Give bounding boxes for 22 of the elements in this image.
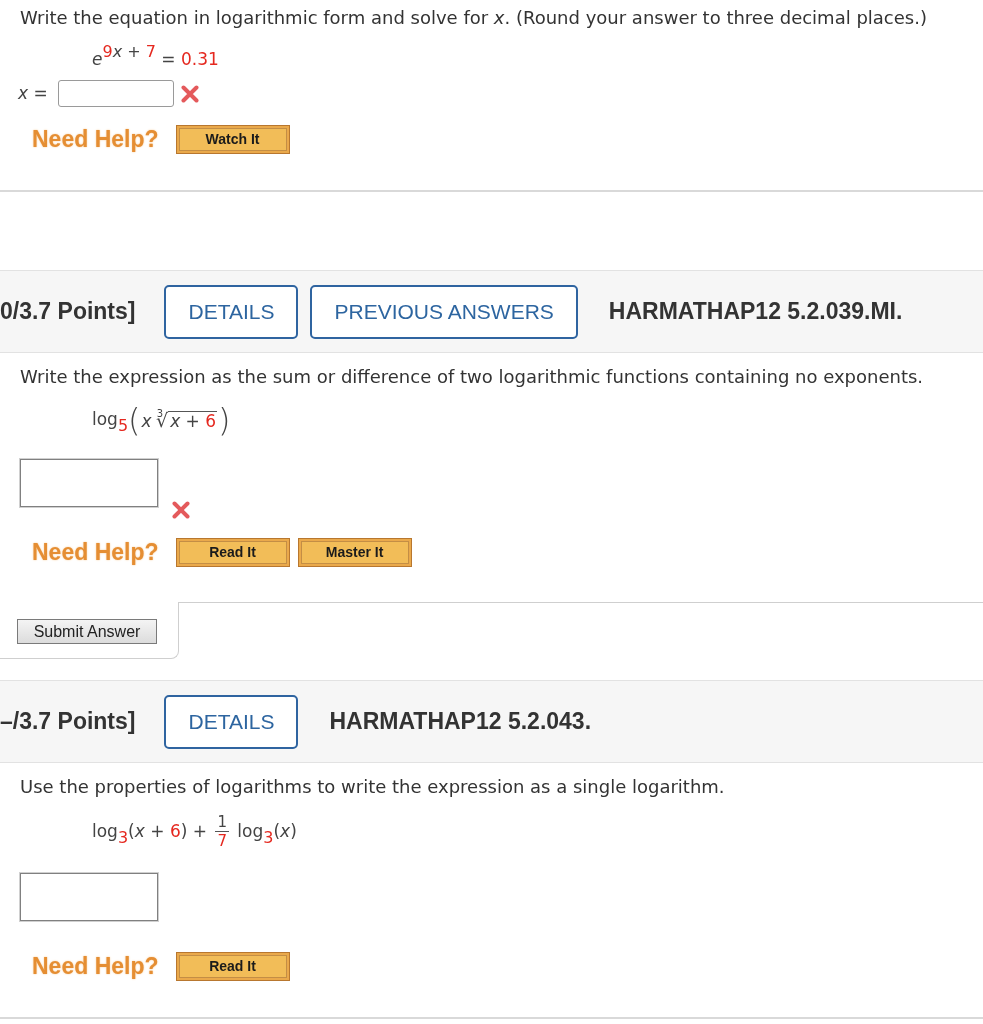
question-text: Use the properties of logarithms to write the expression as a single logarithm. xyxy=(20,775,725,799)
previous-answers-button[interactable]: PREVIOUS ANSWERS xyxy=(310,284,578,339)
answer-field[interactable] xyxy=(20,873,158,921)
answer-label: x = xyxy=(18,81,48,105)
answer-field[interactable] xyxy=(20,459,158,507)
details-button[interactable]: DETAILS xyxy=(164,694,299,749)
points-label: –/3.7 Points] xyxy=(0,707,136,737)
help-button[interactable]: Master It xyxy=(297,538,412,567)
need-help-label: Need Help? xyxy=(32,952,159,982)
question-text: Write the equation in logarithmic form and solve for x. (Round your answer to three decimal places.) xyxy=(20,6,927,30)
problem-code: HARMATHAP12 5.2.039.MI. xyxy=(608,297,903,327)
problem-code: HARMATHAP12 5.2.043. xyxy=(329,707,592,737)
help-button[interactable]: Read It xyxy=(175,952,290,981)
need-help-label: Need Help? xyxy=(32,125,159,155)
answer-field[interactable] xyxy=(57,80,174,107)
help-button[interactable]: Watch It xyxy=(175,125,290,154)
question-text: Write the expression as the sum or difference of two logarithmic functions containing no exponents. xyxy=(20,365,924,389)
need-help-label: Need Help? xyxy=(32,538,159,568)
help-button[interactable]: Read It xyxy=(175,538,290,567)
details-button[interactable]: DETAILS xyxy=(164,284,299,339)
submit-button[interactable]: Submit Answer xyxy=(17,619,157,644)
points-label: 0/3.7 Points] xyxy=(0,297,136,327)
